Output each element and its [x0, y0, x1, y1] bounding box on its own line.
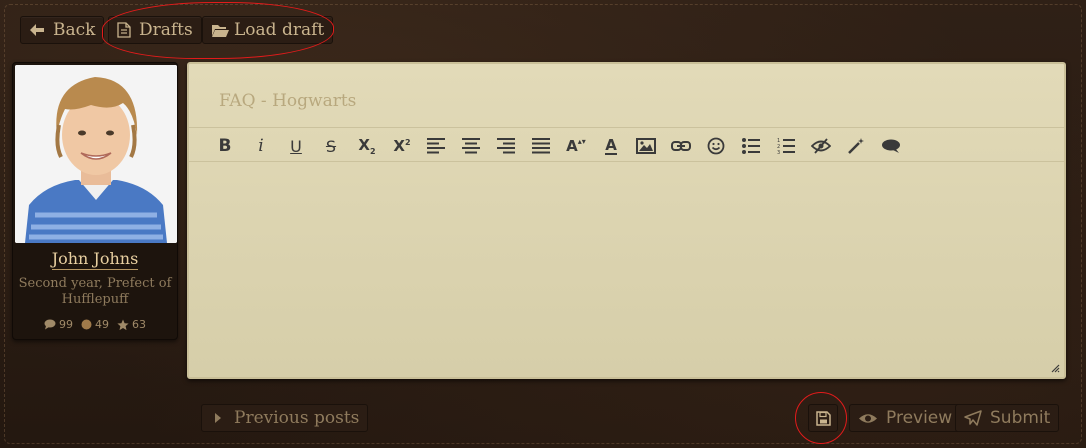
likes-stat: 49: [81, 318, 109, 331]
subscript-icon: X2: [358, 136, 376, 156]
posts-stat: 99: [44, 318, 73, 331]
speech-bubble-icon: [882, 139, 900, 153]
drafts-button[interactable]: Drafts: [108, 16, 202, 44]
stars-count: 63: [132, 318, 146, 331]
resize-handle-icon[interactable]: [1051, 364, 1060, 373]
align-justify-icon: [532, 138, 550, 154]
post-editor: B i U S X2 X2: [187, 62, 1066, 379]
superscript-button[interactable]: X2: [390, 134, 414, 158]
smiley-icon: [707, 137, 725, 155]
caret-right-icon: [215, 413, 221, 423]
back-label: Back: [53, 20, 96, 40]
avatar[interactable]: [15, 65, 177, 243]
font-size-icon: A▴▾: [566, 137, 586, 155]
stars-stat: 63: [117, 318, 146, 331]
paper-plane-icon: [964, 410, 982, 426]
magic-wand-button[interactable]: [844, 134, 868, 158]
bullet-list-icon: [742, 138, 760, 154]
previous-posts-label: Previous posts: [234, 408, 360, 428]
superscript-icon: X2: [393, 137, 411, 155]
numbered-list-button[interactable]: 1 2 3: [774, 134, 798, 158]
profile-title: Second year, Prefect of Hufflepuff: [18, 276, 172, 307]
italic-button[interactable]: i: [249, 134, 273, 158]
underline-icon: U: [290, 136, 302, 156]
formatting-toolbar: B i U S X2 X2 A▴▾ A 1 2 3: [189, 128, 1064, 162]
profile-name: John Johns: [51, 249, 139, 270]
eye-icon: [859, 413, 877, 423]
italic-icon: i: [258, 136, 264, 156]
svg-text:3: 3: [777, 150, 780, 155]
star-icon: [117, 319, 129, 330]
profile-name-link[interactable]: John Johns: [13, 249, 177, 270]
likes-count: 49: [95, 318, 109, 331]
cookie-icon: [81, 319, 92, 330]
profile-card: John Johns Second year, Prefect of Huffl…: [12, 62, 178, 340]
align-left-icon: [427, 138, 445, 154]
load-draft-label: Load draft: [234, 20, 325, 40]
posts-count: 99: [59, 318, 73, 331]
submit-label: Submit: [990, 408, 1051, 428]
eye-slash-icon: [811, 138, 831, 154]
folder-open-icon: [212, 24, 229, 37]
font-color-icon: A: [605, 136, 617, 155]
align-justify-button[interactable]: [529, 134, 553, 158]
spoiler-button[interactable]: [809, 134, 833, 158]
align-center-button[interactable]: [459, 134, 483, 158]
magic-wand-icon: [848, 138, 864, 154]
load-draft-button[interactable]: Load draft: [202, 16, 334, 44]
message-textarea[interactable]: [189, 162, 1064, 377]
quote-button[interactable]: [879, 134, 903, 158]
emoji-button[interactable]: [704, 134, 728, 158]
profile-stats: 99 49 63: [13, 318, 177, 331]
comment-icon: [44, 319, 56, 330]
preview-label: Preview: [886, 408, 953, 428]
numbered-list-icon: 1 2 3: [777, 138, 795, 155]
subscript-button[interactable]: X2: [355, 134, 379, 158]
insert-link-button[interactable]: [669, 134, 693, 158]
subject-input[interactable]: [219, 88, 1019, 114]
document-icon: [117, 22, 131, 38]
floppy-disk-icon: [815, 410, 831, 426]
bold-button[interactable]: B: [213, 134, 237, 158]
avatar-photo: [15, 65, 177, 243]
bullet-list-button[interactable]: [739, 134, 763, 158]
save-draft-button[interactable]: [808, 404, 838, 432]
subject-row: [189, 64, 1064, 128]
submit-button[interactable]: Submit: [955, 404, 1060, 432]
preview-button[interactable]: Preview: [849, 404, 962, 432]
insert-image-button[interactable]: [634, 134, 658, 158]
align-right-button[interactable]: [494, 134, 518, 158]
back-button[interactable]: Back: [20, 16, 105, 44]
arrow-left-icon: [30, 24, 44, 36]
strikethrough-button[interactable]: S: [319, 134, 343, 158]
strikethrough-icon: S: [325, 136, 337, 156]
align-left-button[interactable]: [424, 134, 448, 158]
align-right-icon: [497, 138, 515, 154]
font-color-button[interactable]: A: [599, 134, 623, 158]
drafts-label: Drafts: [139, 20, 193, 40]
font-size-button[interactable]: A▴▾: [564, 134, 588, 158]
previous-posts-button[interactable]: Previous posts: [201, 404, 369, 432]
link-icon: [671, 141, 691, 151]
underline-button[interactable]: U: [284, 134, 308, 158]
align-center-icon: [462, 138, 480, 154]
bold-icon: B: [218, 136, 232, 156]
image-icon: [636, 138, 656, 154]
